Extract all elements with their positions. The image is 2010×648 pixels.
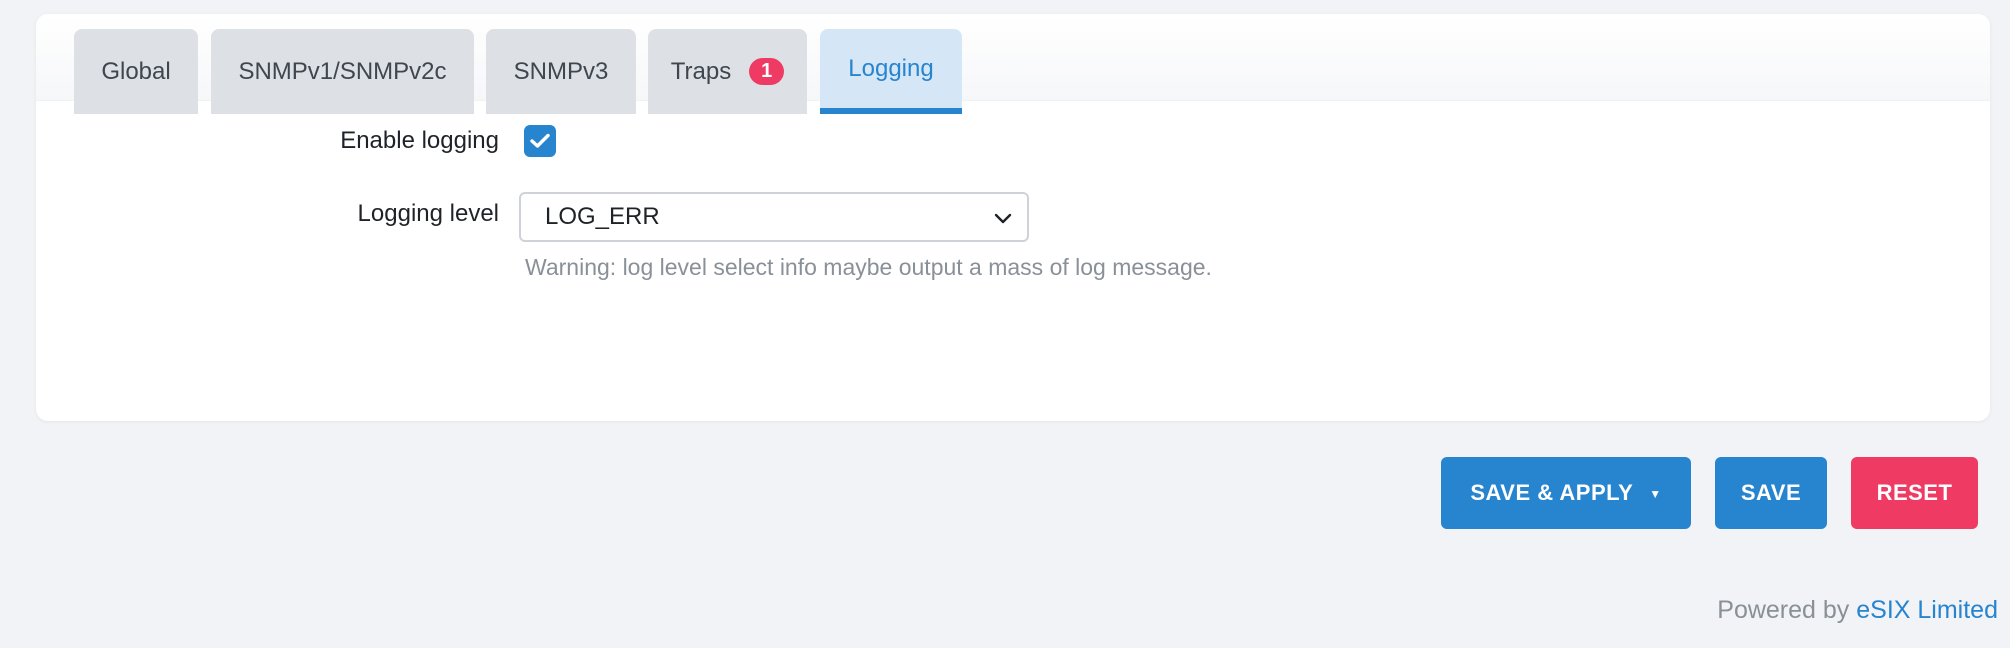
save-apply-button[interactable]: SAVE & APPLY ▼: [1441, 457, 1691, 529]
save-label: SAVE: [1740, 480, 1802, 505]
reset-button[interactable]: RESET: [1851, 457, 1978, 529]
tab-bar: Global SNMPv1/SNMPv2c SNMPv3 Traps 1 Log…: [36, 14, 1990, 114]
logging-level-label: Logging level: [357, 200, 499, 227]
logging-level-select[interactable]: LOG_ERR: [519, 192, 1029, 242]
chevron-down-icon: [994, 213, 1012, 224]
logging-level-hint: Warning: log level select info maybe out…: [525, 254, 1212, 280]
settings-card: Global SNMPv1/SNMPv2c SNMPv3 Traps 1 Log…: [36, 14, 1990, 421]
tab-traps-label: Traps: [670, 57, 732, 85]
enable-logging-label: Enable logging: [340, 127, 499, 154]
tab-logging-label: Logging: [848, 54, 934, 82]
enable-logging-checkbox[interactable]: [524, 125, 556, 157]
footer: Powered by eSIX Limited: [1717, 596, 1998, 625]
tab-logging[interactable]: Logging: [820, 29, 962, 114]
tab-snmpv3[interactable]: SNMPv3: [486, 29, 636, 114]
reset-label: RESET: [1876, 480, 1953, 505]
tab-snmpv1-snmpv2c[interactable]: SNMPv1/SNMPv2c: [211, 29, 474, 114]
traps-count-badge: 1: [749, 58, 785, 85]
powered-by-text: Powered by: [1717, 596, 1850, 624]
save-button[interactable]: SAVE: [1715, 457, 1827, 529]
tab-global-label: Global: [101, 57, 171, 85]
checkmark-icon: [530, 133, 550, 148]
vendor-link[interactable]: eSIX Limited: [1856, 596, 1998, 624]
logging-level-value: LOG_ERR: [545, 203, 660, 230]
tab-snmpv3-label: SNMPv3: [513, 57, 609, 85]
tab-snmpv1-snmpv2c-label: SNMPv1/SNMPv2c: [238, 57, 447, 85]
tab-global[interactable]: Global: [74, 29, 198, 114]
caret-down-icon: ▼: [1649, 487, 1662, 501]
save-apply-label: SAVE & APPLY: [1470, 480, 1634, 505]
tab-traps[interactable]: Traps 1: [648, 29, 807, 114]
